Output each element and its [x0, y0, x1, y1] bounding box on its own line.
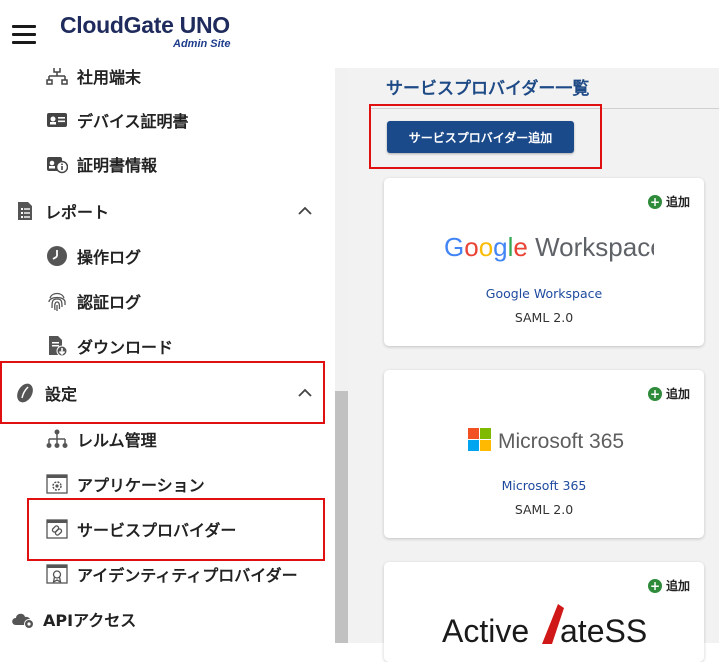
- sidebar-item-label: レポート: [45, 203, 110, 222]
- card-add-label: 追加: [665, 195, 690, 209]
- page-title: サービスプロバイダー一覧: [386, 79, 590, 99]
- sidebar-item-label: 設定: [45, 385, 78, 404]
- sidebar-item-label: 社用端末: [77, 68, 142, 87]
- svg-text:Google Workspace: Google Workspace: [444, 232, 654, 262]
- sidebar-item-label: 証明書情報: [77, 156, 158, 175]
- card-add-label: 追加: [665, 579, 690, 593]
- sidebar-item-label: デバイス証明書: [77, 112, 189, 131]
- sidebar-item-device-certificates[interactable]: デバイス証明書: [0, 98, 335, 142]
- service-provider-name-link[interactable]: Google Workspace: [384, 286, 704, 301]
- plus-circle-icon: +: [647, 194, 662, 209]
- plus-circle-icon: +: [647, 386, 662, 401]
- sidebar-item-certificate-info[interactable]: 証明書情報: [0, 142, 335, 186]
- sidebar: 社用端末 デバイス証明書 証明書情報 レポート 操作ログ 認証ログ ダウンロード…: [0, 68, 335, 643]
- protocol-label: SAML 2.0: [514, 310, 574, 325]
- sidebar-item-service-providers[interactable]: サービスプロバイダー: [0, 507, 335, 551]
- hierarchy-icon: [46, 428, 68, 450]
- divider: [370, 108, 719, 109]
- sidebar-item-label: APIアクセス: [43, 611, 137, 630]
- service-provider-card-microsoft[interactable]: + 追加 Microsoft 365 Microsoft 365 SAML 2.…: [384, 370, 704, 538]
- sidebar-item-operation-log[interactable]: 操作ログ: [0, 234, 335, 278]
- cloud-gear-icon: [10, 608, 36, 630]
- sidebar-group-report[interactable]: レポート: [0, 189, 335, 233]
- top-bar: CloudGate UNO Admin Site: [0, 0, 719, 68]
- chevron-up-icon[interactable]: [297, 385, 313, 401]
- sidebar-scrollbar[interactable]: [335, 68, 348, 643]
- protocol-label: SAML 2.0: [514, 502, 574, 517]
- sidebar-item-label: アプリケーション: [77, 476, 205, 495]
- logo: CloudGate UNO: [60, 12, 230, 38]
- svg-text:ateSS: ateSS: [560, 613, 647, 644]
- sidebar-group-settings[interactable]: 設定: [0, 371, 335, 415]
- hamburger-menu-icon[interactable]: [12, 25, 36, 45]
- google-workspace-logo: Google Workspace: [444, 230, 665, 264]
- link-window-icon: [46, 518, 68, 540]
- sidebar-item-label: ダウンロード: [77, 338, 174, 357]
- svg-text:Active: Active: [442, 613, 529, 644]
- card-add-button[interactable]: + 追加: [647, 577, 690, 594]
- sidebar-item-label: レルム管理: [77, 431, 157, 450]
- svg-text:Microsoft 365: Microsoft 365: [498, 430, 624, 453]
- main-content: [348, 68, 719, 643]
- sidebar-item-auth-log[interactable]: 認証ログ: [0, 279, 335, 323]
- sidebar-item-label: アイデンティティプロバイダー: [77, 566, 298, 585]
- sidebar-item-download[interactable]: ダウンロード: [0, 324, 335, 368]
- sidebar-item-label: 認証ログ: [77, 293, 142, 312]
- certificate-window-icon: [46, 563, 68, 585]
- logo-subtitle: Admin Site: [173, 38, 231, 50]
- service-provider-name-link[interactable]: Microsoft 365: [384, 478, 704, 493]
- app-gear-icon: [46, 473, 68, 495]
- card-add-button[interactable]: + 追加: [647, 193, 690, 210]
- settings-leaf-icon: [14, 382, 36, 404]
- sidebar-item-realm-management[interactable]: レルム管理: [0, 417, 335, 461]
- download-file-icon: [46, 335, 68, 357]
- sidebar-item-identity-providers[interactable]: アイデンティティプロバイダー: [0, 552, 335, 596]
- sidebar-item-company-devices[interactable]: 社用端末: [0, 68, 335, 98]
- service-provider-card-google[interactable]: + 追加 Google Workspace Google Workspace S…: [384, 178, 704, 346]
- chevron-up-icon[interactable]: [297, 203, 313, 219]
- card-add-label: 追加: [665, 387, 690, 401]
- microsoft-365-logo: Microsoft 365: [468, 426, 638, 454]
- clock-icon: [46, 245, 68, 267]
- id-card-icon: [46, 109, 68, 131]
- service-provider-card-activegate[interactable]: + 追加 Active ateSS: [384, 562, 704, 662]
- network-tree-icon: [46, 68, 68, 87]
- card-add-button[interactable]: + 追加: [647, 385, 690, 402]
- report-icon: [14, 200, 36, 222]
- fingerprint-icon: [46, 290, 68, 312]
- sidebar-item-label: サービスプロバイダー: [77, 521, 237, 540]
- activegate-logo: Active ateSS: [442, 604, 652, 649]
- sidebar-group-api-access[interactable]: APIアクセス: [0, 597, 335, 641]
- certificate-info-icon: [46, 153, 68, 175]
- add-service-provider-button[interactable]: サービスプロバイダー追加: [387, 121, 574, 153]
- scrollbar-thumb[interactable]: [335, 391, 348, 643]
- plus-circle-icon: +: [647, 578, 662, 593]
- sidebar-item-label: 操作ログ: [77, 248, 142, 267]
- sidebar-item-applications[interactable]: アプリケーション: [0, 462, 335, 506]
